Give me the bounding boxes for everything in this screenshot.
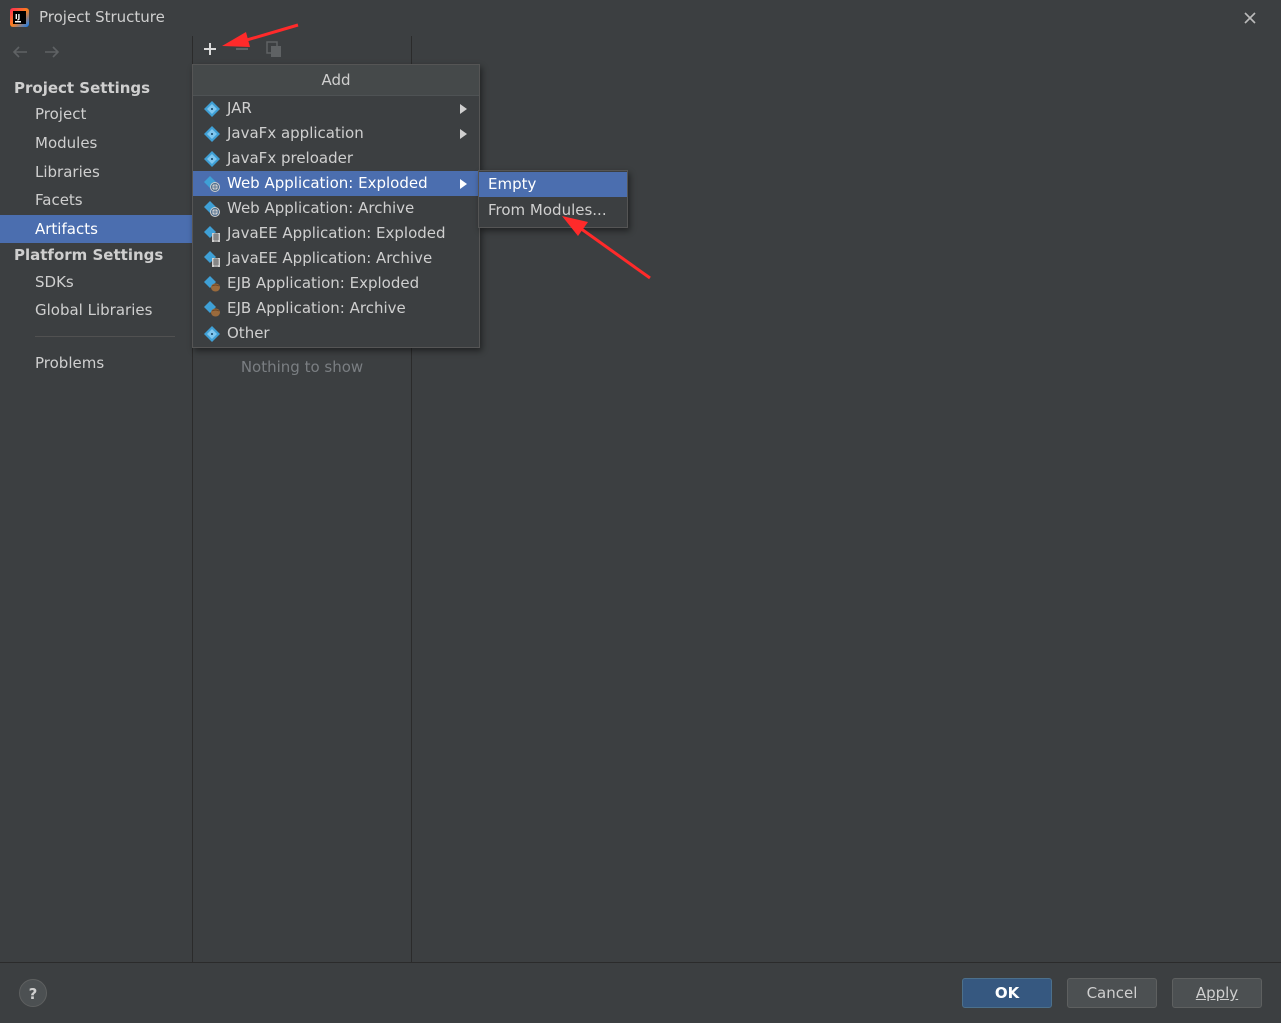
svg-text:IJ: IJ (15, 13, 20, 21)
remove-icon[interactable] (233, 40, 251, 58)
project-settings-heading: Project Settings (14, 79, 151, 97)
empty-state-text: Nothing to show (240, 358, 364, 376)
web-exploded-submenu: Empty From Modules... (478, 170, 628, 228)
submenu-item-from-modules[interactable]: From Modules... (479, 198, 627, 223)
menu-item-label: Web Application: Exploded (227, 174, 428, 192)
help-button[interactable]: ? (19, 979, 47, 1007)
sidebar-item-modules[interactable]: Modules (0, 129, 192, 157)
dialog-button-bar: ? OK Cancel Apply (0, 962, 1281, 1023)
artifact-diamond-icon (203, 125, 221, 143)
menu-item-label: Other (227, 324, 270, 342)
apply-button-label: Apply (1195, 984, 1239, 1002)
sidebar-item-libraries[interactable]: Libraries (0, 158, 192, 186)
submenu-item-empty[interactable]: Empty (479, 172, 627, 197)
cancel-button[interactable]: Cancel (1067, 978, 1157, 1008)
menu-item-javaee-application-archive[interactable]: JavaEE Application: Archive (193, 246, 479, 271)
artifact-diamond-icon (203, 325, 221, 343)
ejb-artifact-icon (203, 300, 221, 318)
menu-item-ejb-application-archive[interactable]: EJB Application: Archive (193, 296, 479, 321)
sidebar-item-facets[interactable]: Facets (0, 186, 192, 214)
close-icon[interactable] (1240, 8, 1260, 28)
sidebar-item-sdks[interactable]: SDKs (0, 268, 192, 296)
menu-item-javafx-preloader[interactable]: JavaFx preloader (193, 146, 479, 171)
menu-item-jar[interactable]: JAR (193, 96, 479, 121)
web-artifact-icon (203, 200, 221, 218)
submenu-arrow-icon (460, 179, 467, 189)
sidebar-divider (35, 336, 175, 337)
menu-item-label: JavaFx application (227, 124, 364, 142)
menu-item-label: JavaFx preloader (227, 149, 353, 167)
menu-header: Add (193, 65, 479, 96)
menu-item-ejb-application-exploded[interactable]: EJB Application: Exploded (193, 271, 479, 296)
copy-icon[interactable] (265, 40, 283, 58)
sidebar-item-problems[interactable]: Problems (0, 349, 192, 377)
settings-sidebar: Project Settings Project Modules Librari… (0, 36, 193, 962)
menu-item-web-application-exploded[interactable]: Web Application: Exploded (193, 171, 479, 196)
sidebar-item-global-libraries[interactable]: Global Libraries (0, 296, 192, 324)
menu-item-web-application-archive[interactable]: Web Application: Archive (193, 196, 479, 221)
menu-item-other[interactable]: Other (193, 321, 479, 346)
menu-item-label: EJB Application: Exploded (227, 274, 420, 292)
platform-settings-heading: Platform Settings (14, 246, 164, 264)
intellij-logo-icon: IJ (10, 8, 29, 27)
submenu-arrow-icon (460, 104, 467, 114)
menu-item-label: JavaEE Application: Archive (227, 249, 433, 267)
window-title: Project Structure (39, 8, 165, 26)
title-bar: IJ Project Structure (0, 0, 1281, 36)
artifact-diamond-icon (203, 150, 221, 168)
add-artifact-menu: Add JAR JavaFx application JavaFx preloade… (192, 64, 480, 348)
forward-arrow-icon[interactable] (42, 44, 62, 60)
sidebar-item-artifacts[interactable]: Artifacts (0, 215, 192, 243)
menu-item-label: EJB Application: Archive (227, 299, 406, 317)
artifact-diamond-icon (203, 100, 221, 118)
menu-item-label: Web Application: Archive (227, 199, 415, 217)
javaee-artifact-icon (203, 250, 221, 268)
submenu-arrow-icon (460, 129, 467, 139)
javaee-artifact-icon (203, 225, 221, 243)
ok-button[interactable]: OK (962, 978, 1052, 1008)
menu-item-label: JavaEE Application: Exploded (227, 224, 446, 242)
web-artifact-icon (203, 175, 221, 193)
back-arrow-icon[interactable] (10, 44, 30, 60)
ejb-artifact-icon (203, 275, 221, 293)
apply-button[interactable]: Apply (1172, 978, 1262, 1008)
add-icon[interactable] (201, 40, 219, 58)
sidebar-item-project[interactable]: Project (0, 100, 192, 128)
menu-item-label: JAR (227, 99, 252, 117)
menu-item-javafx-application[interactable]: JavaFx application (193, 121, 479, 146)
menu-item-javaee-application-exploded[interactable]: JavaEE Application: Exploded (193, 221, 479, 246)
